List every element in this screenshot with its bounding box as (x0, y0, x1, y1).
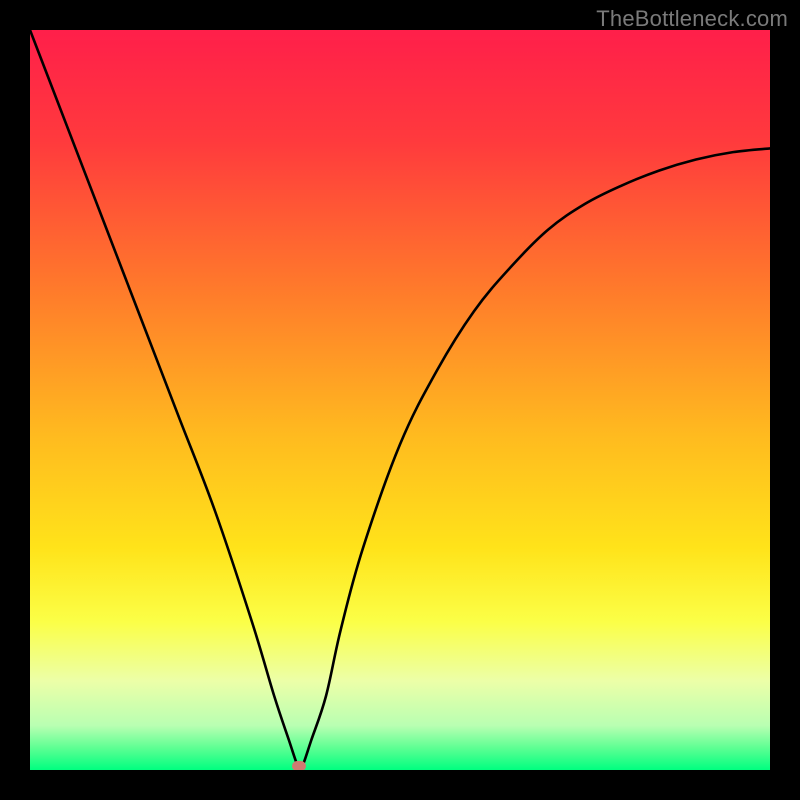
watermark-text: TheBottleneck.com (596, 6, 788, 32)
chart-marker (292, 761, 306, 770)
chart-curve (30, 30, 770, 770)
chart-plot-area (30, 30, 770, 770)
